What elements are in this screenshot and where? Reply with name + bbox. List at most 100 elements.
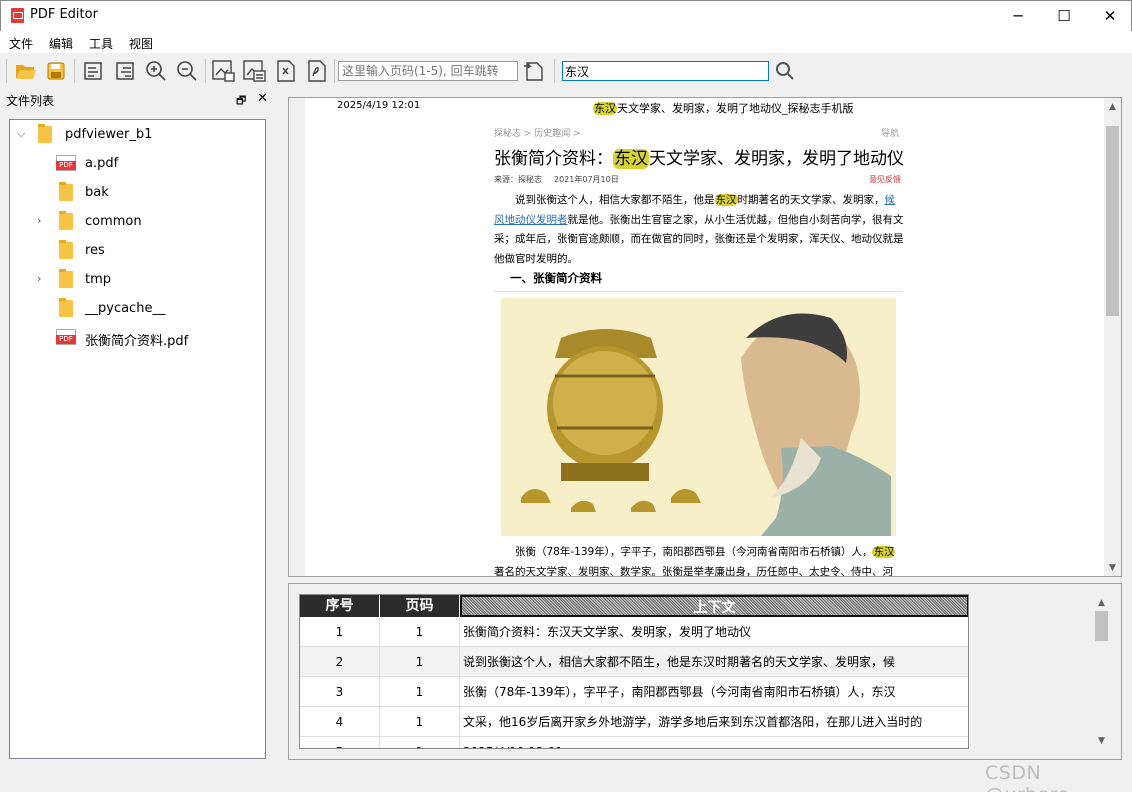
scroll-down-icon[interactable]: ▼ — [1093, 732, 1110, 749]
tree-label: a.pdf — [85, 156, 119, 171]
cell-page: 1 — [380, 737, 460, 748]
jump-page-icon[interactable] — [521, 58, 547, 84]
file-tree[interactable]: ⌵ pdfviewer_b1 a.pdf bak › common res › … — [9, 119, 266, 759]
search-results-table[interactable]: 序号 页码 上下文 1 1 张衡简介资料：东汉天文学家、发明家，发明了地动仪 2… — [299, 594, 969, 749]
tree-label: __pycache__ — [85, 301, 166, 316]
column-header-context[interactable]: 上下文 — [460, 595, 968, 617]
search-highlight: 东汉 — [593, 102, 617, 115]
tree-item-folder[interactable]: › tmp — [10, 265, 265, 294]
folder-icon — [59, 269, 73, 288]
chevron-right-icon[interactable]: › — [37, 214, 41, 227]
viewer-margin — [289, 98, 305, 576]
open-folder-icon[interactable] — [13, 58, 39, 84]
maximize-button[interactable]: ☐ — [1041, 1, 1087, 31]
tree-label: 张衡简介资料.pdf — [85, 334, 189, 349]
feedback-link: 意见反馈 — [869, 175, 901, 184]
folder-icon — [38, 124, 52, 143]
pdf-page: 2025/4/19 12:01 东汉天文学家、发明家，发明了地动仪_探秘志手机版… — [306, 98, 1104, 576]
menu-file[interactable]: 文件 — [9, 35, 33, 52]
toolbar-separator — [334, 59, 335, 83]
scroll-up-icon[interactable]: ▲ — [1104, 98, 1121, 115]
search-results-panel: 序号 页码 上下文 1 1 张衡简介资料：东汉天文学家、发明家，发明了地动仪 2… — [288, 583, 1122, 760]
pdf-sign-icon[interactable] — [304, 58, 330, 84]
align-left-icon[interactable] — [81, 58, 107, 84]
tree-item-file[interactable]: 张衡简介资料.pdf — [10, 323, 265, 352]
toolbar — [0, 53, 1132, 90]
cell-number: 3 — [300, 677, 380, 707]
article-paragraph-1: 说到张衡这个人，相信大家都不陌生，他是东汉时期著名的天文学家、发明家，候风地动仪… — [494, 191, 904, 269]
table-row[interactable]: 1 1 张衡简介资料：东汉天文学家、发明家，发明了地动仪 — [300, 617, 968, 647]
article-paragraph-2: 张衡（78年-139年），字平子，南阳郡西鄂县（今河南省南阳市石桥镇）人，东汉著… — [494, 543, 904, 576]
title-bar: PDF Editor ─ ☐ ✕ — [0, 0, 1132, 31]
export-image-icon[interactable] — [211, 58, 237, 84]
tree-item-root[interactable]: ⌵ pdfviewer_b1 — [10, 120, 265, 149]
viewer-scrollbar[interactable]: ▲ ▼ — [1104, 98, 1121, 576]
article-illustration — [501, 298, 896, 536]
toolbar-separator — [554, 59, 555, 83]
menu-edit[interactable]: 编辑 — [49, 35, 73, 52]
para-text: 张衡（78年-139年），字平子，南阳郡西鄂县（今河南省南阳市石桥镇）人， — [515, 546, 873, 558]
folder-icon — [59, 240, 73, 259]
chevron-right-icon[interactable]: › — [37, 272, 41, 285]
toolbar-separator — [74, 59, 75, 83]
table-row[interactable]: 5 1 2025/4/19 12:01 — [300, 737, 968, 748]
table-row[interactable]: 2 1 说到张衡这个人，相信大家都不陌生，他是东汉时期著名的天文学家、发明家，候 — [300, 647, 968, 677]
split-pdf-icon[interactable] — [273, 58, 299, 84]
tree-item-folder[interactable]: › common — [10, 207, 265, 236]
close-panel-icon[interactable]: ✕ — [257, 91, 268, 106]
folder-icon — [59, 211, 73, 230]
para-text: 说到张衡这个人，相信大家都不陌生，他是 — [515, 194, 715, 206]
cell-page: 1 — [380, 617, 460, 647]
tree-item-folder[interactable]: res — [10, 236, 265, 265]
tree-item-folder[interactable]: bak — [10, 178, 265, 207]
cell-context: 张衡简介资料：东汉天文学家、发明家，发明了地动仪 — [460, 617, 968, 647]
tree-label: bak — [85, 185, 109, 200]
page-jump-input[interactable] — [338, 61, 518, 81]
cell-number: 4 — [300, 707, 380, 737]
export-images-icon[interactable] — [242, 58, 268, 84]
zoom-out-icon[interactable] — [174, 58, 200, 84]
zoom-in-icon[interactable] — [143, 58, 169, 84]
scrollbar-thumb[interactable] — [1095, 611, 1108, 641]
page-header-date: 2025/4/19 12:01 — [337, 100, 421, 111]
tree-item-folder[interactable]: __pycache__ — [10, 294, 265, 323]
tree-label: res — [85, 243, 105, 258]
scroll-up-icon[interactable]: ▲ — [1093, 594, 1110, 611]
file-list-title: 文件列表 — [6, 94, 55, 108]
float-panel-icon[interactable]: 🗗 — [236, 92, 246, 111]
chevron-down-icon[interactable]: ⌵ — [17, 127, 25, 141]
para-text: 时期著名的天文学家、发明家， — [737, 194, 885, 206]
toolbar-separator — [6, 59, 7, 83]
cell-page: 1 — [380, 707, 460, 737]
menu-view[interactable]: 视图 — [129, 35, 153, 52]
search-input[interactable] — [562, 61, 769, 81]
cell-page: 1 — [380, 647, 460, 677]
results-scrollbar[interactable]: ▲ ▼ — [1093, 594, 1110, 749]
file-list-header: 文件列表 🗗 ✕ — [0, 90, 272, 110]
scroll-down-icon[interactable]: ▼ — [1104, 559, 1121, 576]
tree-label: tmp — [85, 272, 112, 287]
column-header-number[interactable]: 序号 — [300, 595, 380, 617]
minimize-button[interactable]: ─ — [995, 1, 1041, 31]
header-title-text: 天文学家、发明家，发明了地动仪_探秘志手机版 — [617, 102, 854, 115]
table-row[interactable]: 3 1 张衡（78年-139年），字平子，南阳郡西鄂县（今河南省南阳市石桥镇）人… — [300, 677, 968, 707]
seismoscope-portrait-image — [501, 298, 896, 536]
table-row[interactable]: 4 1 文采，他16岁后离开家乡外地游学，游学多地后来到东汉首都洛阳，在那儿进入… — [300, 707, 968, 737]
search-icon[interactable] — [772, 58, 798, 84]
pdf-viewer[interactable]: 2025/4/19 12:01 东汉天文学家、发明家，发明了地动仪_探秘志手机版… — [288, 97, 1122, 577]
save-icon[interactable] — [43, 58, 69, 84]
cell-number: 1 — [300, 617, 380, 647]
tree-item-file[interactable]: a.pdf — [10, 149, 265, 178]
cell-context: 说到张衡这个人，相信大家都不陌生，他是东汉时期著名的天文学家、发明家，候 — [460, 647, 968, 677]
menu-bar: 文件 编辑 工具 视图 — [0, 31, 1132, 53]
scrollbar-thumb[interactable] — [1106, 126, 1119, 316]
align-right-icon[interactable] — [112, 58, 138, 84]
tree-label: common — [85, 214, 142, 229]
column-header-page[interactable]: 页码 — [380, 595, 460, 617]
menu-tools[interactable]: 工具 — [89, 35, 113, 52]
watermark: CSDN @urhero — [985, 762, 1069, 792]
cell-number: 2 — [300, 647, 380, 677]
article-headline: 张衡简介资料：东汉天文学家、发明家，发明了地动仪 — [494, 144, 904, 169]
search-highlight: 东汉 — [613, 149, 649, 169]
close-button[interactable]: ✕ — [1087, 1, 1132, 31]
